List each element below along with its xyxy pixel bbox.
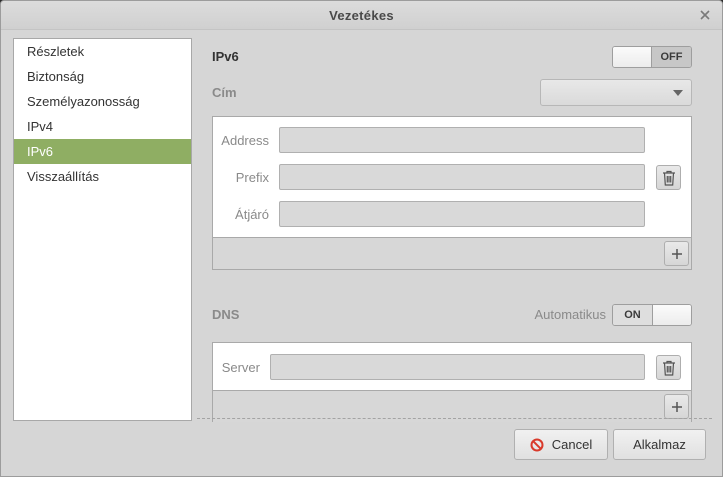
delete-address-button[interactable] (656, 165, 681, 190)
trash-icon (662, 170, 675, 186)
ipv6-heading: IPv6 (212, 49, 239, 64)
plus-icon (671, 401, 682, 412)
method-label: Cím (212, 85, 237, 100)
add-address-button[interactable] (664, 241, 689, 266)
sidebar-item-visszaallitas[interactable]: Visszaállítás (14, 164, 191, 189)
server-label: Server (221, 360, 260, 375)
dns-toggle-state: ON (613, 305, 653, 325)
sidebar: Részletek Biztonság Személyazonosság IPv… (13, 38, 192, 421)
titlebar: Vezetékes (1, 1, 722, 30)
cancel-label: Cancel (551, 437, 593, 452)
toggle-knob (653, 305, 691, 325)
sidebar-item-reszletek[interactable]: Részletek (14, 39, 191, 64)
apply-button[interactable]: Alkalmaz (613, 429, 706, 460)
close-icon[interactable] (696, 6, 714, 24)
method-dropdown[interactable] (540, 79, 692, 106)
toggle-knob (613, 47, 651, 67)
address-label: Address (221, 133, 269, 148)
prefix-label: Prefix (235, 170, 269, 185)
sidebar-item-szemelyazonossag[interactable]: Személyazonosság (14, 89, 191, 114)
chevron-down-icon (673, 90, 683, 96)
dialog-window: Vezetékes Részletek Biztonság Személyazo… (0, 0, 723, 477)
cancel-button[interactable]: Cancel (514, 429, 608, 460)
dns-heading: DNS (212, 307, 240, 322)
dns-auto-label: Automatikus (534, 307, 606, 322)
ipv6-toggle[interactable]: OFF (612, 46, 692, 68)
server-field[interactable] (270, 354, 645, 380)
dns-panel: Server (212, 342, 692, 422)
prefix-field[interactable] (279, 164, 645, 190)
cancel-icon (530, 438, 544, 451)
sidebar-item-ipv6[interactable]: IPv6 (14, 139, 191, 164)
window-title: Vezetékes (329, 8, 394, 23)
plus-icon (671, 248, 682, 259)
address-panel-footer (213, 237, 691, 269)
gateway-label: Átjáró (235, 207, 269, 222)
sidebar-item-ipv4[interactable]: IPv4 (14, 114, 191, 139)
apply-label: Alkalmaz (633, 437, 686, 452)
add-server-button[interactable] (664, 394, 689, 419)
sidebar-item-biztonsag[interactable]: Biztonság (14, 64, 191, 89)
scroll-divider (197, 418, 712, 419)
address-panel: Address Prefix Átjáró (212, 116, 692, 270)
address-field[interactable] (279, 127, 645, 153)
delete-server-button[interactable] (656, 355, 681, 380)
trash-icon (662, 360, 675, 376)
dns-auto-toggle[interactable]: ON (612, 304, 692, 326)
ipv6-toggle-state: OFF (651, 47, 691, 67)
gateway-field[interactable] (279, 201, 645, 227)
